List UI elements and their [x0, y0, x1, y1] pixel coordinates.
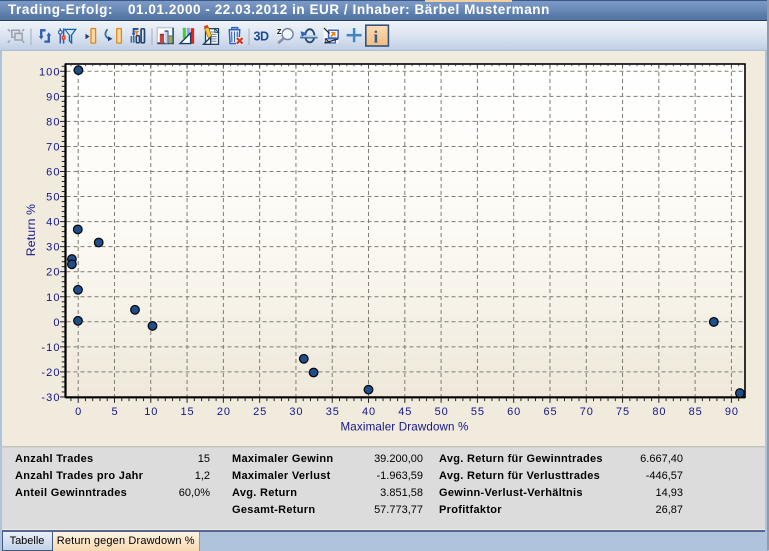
svg-text:25: 25: [253, 406, 267, 418]
svg-text:Maximaler Drawdown %: Maximaler Drawdown %: [341, 421, 469, 434]
svg-text:0: 0: [75, 406, 82, 418]
svg-text:3D: 3D: [254, 30, 269, 44]
svg-text:-30: -30: [41, 392, 60, 404]
svg-text:90: 90: [46, 91, 60, 103]
svg-text:-10: -10: [41, 342, 60, 354]
svg-text:65: 65: [543, 406, 557, 418]
svg-text:30: 30: [46, 242, 60, 254]
svg-text:40: 40: [362, 406, 376, 418]
svg-text:10: 10: [144, 406, 158, 418]
svg-text:75: 75: [616, 406, 630, 418]
svg-text:5: 5: [111, 406, 118, 418]
svg-text:45: 45: [398, 406, 412, 418]
svg-text:Return %: Return %: [24, 204, 38, 256]
svg-text:10: 10: [46, 292, 60, 304]
svg-text:0: 0: [53, 317, 60, 329]
svg-text:-20: -20: [41, 367, 60, 379]
svg-text:20: 20: [217, 406, 231, 418]
svg-text:70: 70: [46, 141, 60, 153]
svg-text:30: 30: [289, 406, 303, 418]
svg-text:15: 15: [181, 406, 195, 418]
svg-text:35: 35: [326, 406, 340, 418]
svg-text:80: 80: [652, 406, 666, 418]
svg-text:70: 70: [580, 406, 594, 418]
svg-text:40: 40: [46, 217, 60, 229]
svg-text:20: 20: [46, 267, 60, 279]
svg-text:i: i: [374, 28, 379, 47]
svg-text:60: 60: [46, 167, 60, 179]
svg-text:Z: Z: [277, 27, 282, 36]
svg-text:50: 50: [46, 192, 60, 204]
svg-text:100: 100: [39, 66, 61, 78]
svg-text:90: 90: [725, 406, 739, 418]
svg-text:85: 85: [689, 406, 703, 418]
svg-text:55: 55: [471, 406, 485, 418]
svg-text:50: 50: [435, 406, 449, 418]
svg-text:60: 60: [507, 406, 521, 418]
svg-text:80: 80: [46, 116, 60, 128]
